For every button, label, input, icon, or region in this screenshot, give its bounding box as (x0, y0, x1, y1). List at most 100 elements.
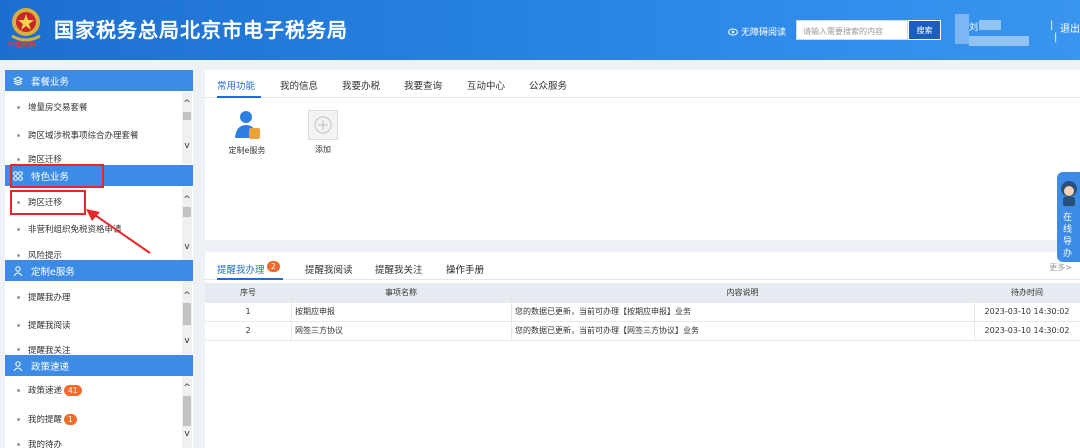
bullet-icon (17, 442, 20, 446)
scrollbar-thumb[interactable] (183, 396, 191, 426)
cell-item-name[interactable]: 网签三方协议 (295, 321, 511, 340)
column-header: 内容说明 (726, 288, 759, 297)
tab-bar: 提醒我办理 2 提醒我阅读 提醒我关注 操作手册 更多> (205, 252, 1080, 280)
sidebar-item-label: 跨区域涉税事项综合办理套餐 (28, 131, 139, 141)
more-link[interactable]: 更多> (1049, 262, 1072, 273)
tab-underline (217, 96, 261, 98)
section-package-business[interactable]: 套餐业务 (5, 70, 193, 91)
scroll-up-icon[interactable]: ^ (182, 100, 192, 109)
bullet-icon (17, 417, 20, 421)
tab-do-tax[interactable]: 我要办税 (342, 78, 380, 92)
tab-remind-follow[interactable]: 提醒我关注 (375, 262, 423, 276)
tab-bar: 常用功能 我的信息 我要办税 我要查询 互动中心 公众服务 (205, 70, 1080, 98)
sidebar-item-label: 提醒我办理 (28, 293, 71, 303)
avatar (955, 14, 969, 44)
cell-index: 2 (245, 326, 251, 335)
sidebar-item[interactable]: 政策速递 41 (5, 383, 183, 397)
user-info[interactable]: 刘 (955, 14, 1045, 48)
cell-description: 您的数据已更新，当前可办理【网签三方协议】业务 (515, 326, 699, 335)
scrollbar-thumb[interactable] (183, 112, 191, 120)
add-box (308, 110, 338, 140)
layers-icon (13, 75, 23, 86)
count-badge: 2 (267, 261, 280, 272)
bullet-icon (17, 388, 20, 392)
tab-my-info[interactable]: 我的信息 (280, 78, 318, 92)
accessibility-link[interactable]: 无障碍阅读 (728, 25, 786, 38)
tab-remind-handle[interactable]: 提醒我办理 (217, 262, 265, 276)
bullet-icon (17, 323, 20, 327)
sidebar: 套餐业务 增量房交易套餐 跨区域涉税事项综合办理套餐 跨区迁移 ^ v 特色业务… (5, 70, 193, 448)
sidebar-item-label: 跨区迁移 (28, 155, 63, 164)
scroll-down-icon[interactable]: v (182, 142, 192, 151)
cell-index: 1 (245, 307, 251, 316)
person-icon (13, 265, 23, 276)
user-name: 刘 (969, 23, 979, 33)
scroll-down-icon[interactable]: v (182, 430, 192, 439)
masked-company (969, 36, 1029, 46)
bullet-icon (17, 227, 20, 231)
sidebar-item[interactable]: 提醒我办理 (5, 290, 183, 304)
tab-remind-read[interactable]: 提醒我阅读 (305, 262, 353, 276)
scrollbar-thumb[interactable] (183, 207, 191, 217)
count-badge: 1 (64, 413, 77, 425)
count-badge: 41 (64, 384, 82, 396)
section-title: 定制e服务 (31, 266, 75, 278)
column-divider (974, 283, 975, 340)
cell-time: 2023-03-10 14:30:02 (984, 326, 1070, 335)
section-custom-eservice[interactable]: 定制e服务 (5, 260, 193, 281)
user-service-icon (235, 111, 260, 139)
sidebar-item-label: 提醒我关注 (28, 345, 71, 355)
sidebar-item[interactable]: 跨区迁移 (5, 154, 183, 164)
page-title: 国家税务总局北京市电子税务局 (54, 18, 348, 42)
sidebar-item-label: 提醒我阅读 (28, 321, 71, 331)
online-guide-label: 在线导办 (1063, 213, 1073, 259)
sidebar-item-label: 我的待办 (28, 440, 63, 448)
sidebar-item-label: 我的提醒 (28, 415, 63, 425)
row-divider (205, 340, 1080, 341)
reminder-panel: 提醒我办理 2 提醒我阅读 提醒我关注 操作手册 更多> 序号 事项名称 内容说… (205, 252, 1080, 448)
tab-public-service[interactable]: 公众服务 (529, 78, 567, 92)
column-header: 事项名称 (385, 288, 417, 297)
sidebar-item[interactable]: 我的待办 (5, 440, 183, 448)
section-title: 政策速递 (31, 361, 70, 373)
logout-button[interactable]: 退出 (1060, 20, 1080, 35)
search-button[interactable]: 搜索 (908, 20, 941, 40)
tab-underline (217, 278, 283, 280)
header-bar: 中国税务 国家税务总局北京市电子税务局 无障碍阅读 请输入需要搜索的内容 搜索 … (0, 0, 1080, 60)
accessibility-label: 无障碍阅读 (741, 28, 787, 38)
scroll-down-icon[interactable]: v (182, 243, 192, 252)
sidebar-item[interactable]: 提醒我阅读 (5, 318, 183, 332)
tab-manual[interactable]: 操作手册 (446, 262, 484, 276)
scroll-up-icon[interactable]: ^ (182, 292, 192, 301)
search-input[interactable]: 请输入需要搜索的内容 (796, 20, 908, 40)
tile-custom-eservice[interactable]: 定制e服务 (227, 110, 267, 156)
sidebar-item[interactable]: 我的提醒 1 (5, 412, 183, 426)
cell-item-name[interactable]: 按期应申报 (295, 302, 511, 321)
column-divider (511, 283, 512, 340)
bullet-icon (17, 348, 20, 351)
sidebar-item[interactable]: 跨区域涉税事项综合办理套餐 (5, 128, 183, 142)
column-header: 序号 (240, 288, 256, 297)
tab-query[interactable]: 我要查询 (404, 78, 442, 92)
sidebar-item[interactable]: 增量房交易套餐 (5, 100, 183, 114)
bullet-icon (17, 295, 20, 299)
sidebar-item[interactable]: 提醒我关注 (5, 345, 183, 354)
section-policy-express[interactable]: 政策速递 (5, 355, 193, 376)
online-guide-button[interactable]: 在线导办 (1057, 172, 1080, 262)
scroll-up-icon[interactable]: ^ (182, 384, 192, 393)
cell-time: 2023-03-10 14:30:02 (984, 307, 1070, 316)
plus-icon (314, 116, 332, 134)
tab-interaction[interactable]: 互动中心 (467, 78, 505, 92)
tab-common-functions[interactable]: 常用功能 (217, 78, 255, 92)
sidebar-item-label: 风险提示 (28, 251, 63, 260)
bullet-icon (17, 253, 20, 257)
scroll-up-icon[interactable]: ^ (182, 196, 192, 205)
bullet-icon (17, 105, 20, 109)
eye-icon (728, 28, 738, 35)
tile-label: 定制e服务 (228, 146, 266, 155)
scrollbar-thumb[interactable] (183, 303, 191, 325)
divider-bar: | (1050, 20, 1054, 31)
annotation-box (10, 164, 104, 188)
column-header: 待办时间 (1011, 288, 1043, 297)
scroll-down-icon[interactable]: v (182, 337, 192, 346)
